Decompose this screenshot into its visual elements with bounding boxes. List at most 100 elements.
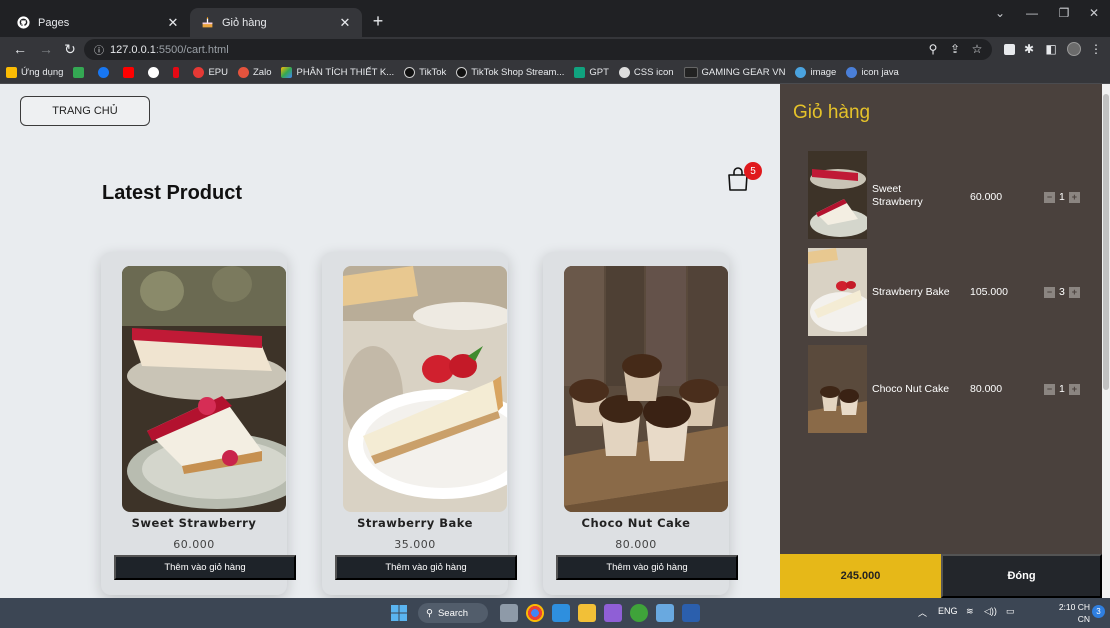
bookmark-label: TikTok bbox=[419, 67, 447, 78]
cart-item: Strawberry Bake 105.000 − 3 + bbox=[780, 248, 1102, 336]
minimize-icon[interactable]: — bbox=[1022, 6, 1042, 20]
tab-title: Pages bbox=[38, 16, 70, 29]
forward-icon[interactable]: → bbox=[38, 41, 54, 57]
bookmark-youtube[interactable] bbox=[123, 67, 138, 78]
cart-total: 245.000 bbox=[780, 554, 941, 598]
product-image-choco-nut-cake bbox=[564, 266, 728, 512]
bookmark-star-icon[interactable]: ☆ bbox=[970, 41, 984, 57]
clock[interactable]: 2:10 CH CN 09/04/2023 bbox=[1038, 601, 1090, 628]
extension-icon[interactable] bbox=[1002, 41, 1016, 57]
bookmark-label: Zalo bbox=[253, 67, 272, 78]
product-name: Sweet Strawberry bbox=[131, 516, 257, 530]
tab-search-icon[interactable]: ⌄ bbox=[990, 6, 1010, 20]
sidepanel-icon[interactable]: ◧ bbox=[1044, 41, 1058, 57]
add-to-cart-button[interactable]: Thêm vào giỏ hàng bbox=[114, 555, 296, 580]
word-icon[interactable] bbox=[682, 604, 700, 622]
add-to-cart-button[interactable]: Thêm vào giỏ hàng bbox=[556, 555, 738, 580]
windows-start-icon[interactable] bbox=[390, 604, 408, 622]
bookmark-gaming-gear[interactable]: GAMING GEAR VN bbox=[683, 67, 785, 78]
info-icon[interactable]: ⓘ bbox=[94, 42, 104, 57]
cart-item-name: Strawberry Bake bbox=[872, 286, 950, 298]
bookmark-epu[interactable]: EPU bbox=[193, 67, 228, 78]
address-bar[interactable]: ⓘ 127.0.0.1:5500/cart.html bbox=[84, 39, 992, 60]
shop-page: TRANG CHỦ Latest Product 5 Sweet Strawbe… bbox=[0, 84, 780, 598]
xbox-icon[interactable] bbox=[630, 604, 648, 622]
chrome-icon[interactable] bbox=[526, 604, 544, 622]
product-card: Strawberry Bake 35.000 Thêm vào giỏ hàng bbox=[322, 252, 517, 595]
increase-qty-button[interactable]: + bbox=[1068, 191, 1080, 203]
battery-icon[interactable]: ▭ bbox=[1006, 606, 1015, 617]
gpt-icon bbox=[574, 67, 586, 78]
quantity-value: 1 bbox=[1059, 191, 1065, 203]
google-drive-icon bbox=[281, 67, 293, 78]
close-window-icon[interactable]: ✕ bbox=[1084, 6, 1104, 20]
visual-studio-icon[interactable] bbox=[604, 604, 622, 622]
tab-pages[interactable]: Pages ✕ bbox=[6, 8, 190, 37]
bookmark-tiktok-shop[interactable]: TikTok Shop Stream... bbox=[456, 67, 564, 78]
menu-icon[interactable]: ⋮ bbox=[1090, 41, 1102, 57]
bookmark-image[interactable]: image bbox=[795, 67, 836, 78]
photos-icon[interactable] bbox=[656, 604, 674, 622]
share-icon[interactable]: ⇪ bbox=[948, 41, 962, 57]
bookmark-label: Ứng dụng bbox=[21, 67, 64, 78]
bookmark-tiktok[interactable]: TikTok bbox=[404, 67, 446, 78]
bookmark-zalo[interactable]: Zalo bbox=[238, 67, 271, 78]
bookmark-label: PHÂN TÍCH THIẾT K... bbox=[296, 67, 395, 78]
decrease-qty-button[interactable]: − bbox=[1044, 191, 1055, 203]
search-icon: ⚲ bbox=[426, 607, 433, 619]
vscode-icon[interactable] bbox=[552, 604, 570, 622]
close-cart-button[interactable]: Đóng bbox=[941, 554, 1102, 598]
decrease-qty-button[interactable]: − bbox=[1044, 286, 1055, 298]
bookmark-icon-java[interactable]: icon java bbox=[846, 67, 899, 78]
puzzle-icon[interactable]: ✱ bbox=[1022, 41, 1036, 57]
tab-cart[interactable]: Giỏ hàng ✕ bbox=[190, 8, 362, 37]
bookmark-github[interactable] bbox=[148, 67, 163, 78]
zoom-icon[interactable]: ⚲ bbox=[926, 41, 940, 57]
add-to-cart-button[interactable]: Thêm vào giỏ hàng bbox=[335, 555, 517, 580]
home-button[interactable]: TRANG CHỦ bbox=[20, 96, 150, 126]
bookmark-facebook[interactable] bbox=[98, 67, 113, 78]
bookmark-css-icon[interactable]: CSS icon bbox=[618, 67, 674, 78]
bookmark-image-green[interactable] bbox=[73, 67, 88, 78]
profile-avatar[interactable] bbox=[1066, 41, 1082, 57]
file-explorer-icon[interactable] bbox=[578, 604, 596, 622]
epu-icon bbox=[193, 67, 205, 78]
task-view-icon[interactable] bbox=[500, 604, 518, 622]
product-name: Choco Nut Cake bbox=[581, 516, 691, 530]
language-indicator[interactable]: ENG bbox=[938, 606, 958, 616]
tiktok-icon bbox=[404, 67, 416, 78]
quantity-value: 1 bbox=[1059, 383, 1065, 395]
maximize-icon[interactable]: ❐ bbox=[1054, 6, 1074, 20]
cart-item-price: 105.000 bbox=[970, 286, 1008, 298]
url-path: :5500/cart.html bbox=[155, 43, 229, 56]
tray-chevron-icon[interactable]: ︿ bbox=[918, 606, 927, 619]
bookmark-apps[interactable]: Ứng dụng bbox=[6, 67, 63, 78]
bookmark-netflix[interactable] bbox=[173, 67, 183, 78]
volume-icon[interactable]: ◁)) bbox=[984, 606, 997, 617]
browser-toolbar: ← → ↻ ⓘ 127.0.0.1:5500/cart.html ⚲ ⇪ ☆ ✱… bbox=[0, 37, 1110, 62]
bookmark-drive[interactable]: PHÂN TÍCH THIẾT K... bbox=[281, 67, 394, 78]
quantity-stepper: − 1 + bbox=[1044, 191, 1080, 203]
page-scrollbar[interactable] bbox=[1102, 84, 1110, 598]
github-icon bbox=[16, 16, 30, 30]
decrease-qty-button[interactable]: − bbox=[1044, 383, 1055, 395]
reload-icon[interactable]: ↻ bbox=[62, 41, 78, 57]
back-icon[interactable]: ← bbox=[12, 41, 28, 57]
wifi-icon[interactable]: ≋ bbox=[966, 606, 974, 617]
notification-badge[interactable]: 3 bbox=[1092, 605, 1105, 618]
green-image-icon bbox=[73, 67, 85, 78]
zalo-icon bbox=[238, 67, 249, 78]
bookmark-gpt[interactable]: GPT bbox=[574, 67, 609, 78]
increase-qty-button[interactable]: + bbox=[1068, 286, 1080, 298]
netflix-icon bbox=[173, 67, 180, 78]
product-card: Choco Nut Cake 80.000 Thêm vào giỏ hàng bbox=[543, 252, 738, 595]
os-taskbar: ⚲ Search ︿ ENG ≋ ◁)) ▭ 2:10 CH CN 09/04/… bbox=[0, 598, 1110, 628]
taskbar-search[interactable]: ⚲ Search bbox=[418, 603, 488, 623]
new-tab-button[interactable]: + bbox=[368, 12, 388, 32]
increase-qty-button[interactable]: + bbox=[1068, 383, 1080, 395]
close-tab-icon[interactable]: ✕ bbox=[338, 15, 352, 31]
tiktok-icon bbox=[456, 67, 468, 78]
product-card: Sweet Strawberry 60.000 Thêm vào giỏ hàn… bbox=[101, 252, 296, 595]
close-tab-icon[interactable]: ✕ bbox=[166, 15, 180, 31]
scrollbar-thumb[interactable] bbox=[1103, 94, 1109, 390]
